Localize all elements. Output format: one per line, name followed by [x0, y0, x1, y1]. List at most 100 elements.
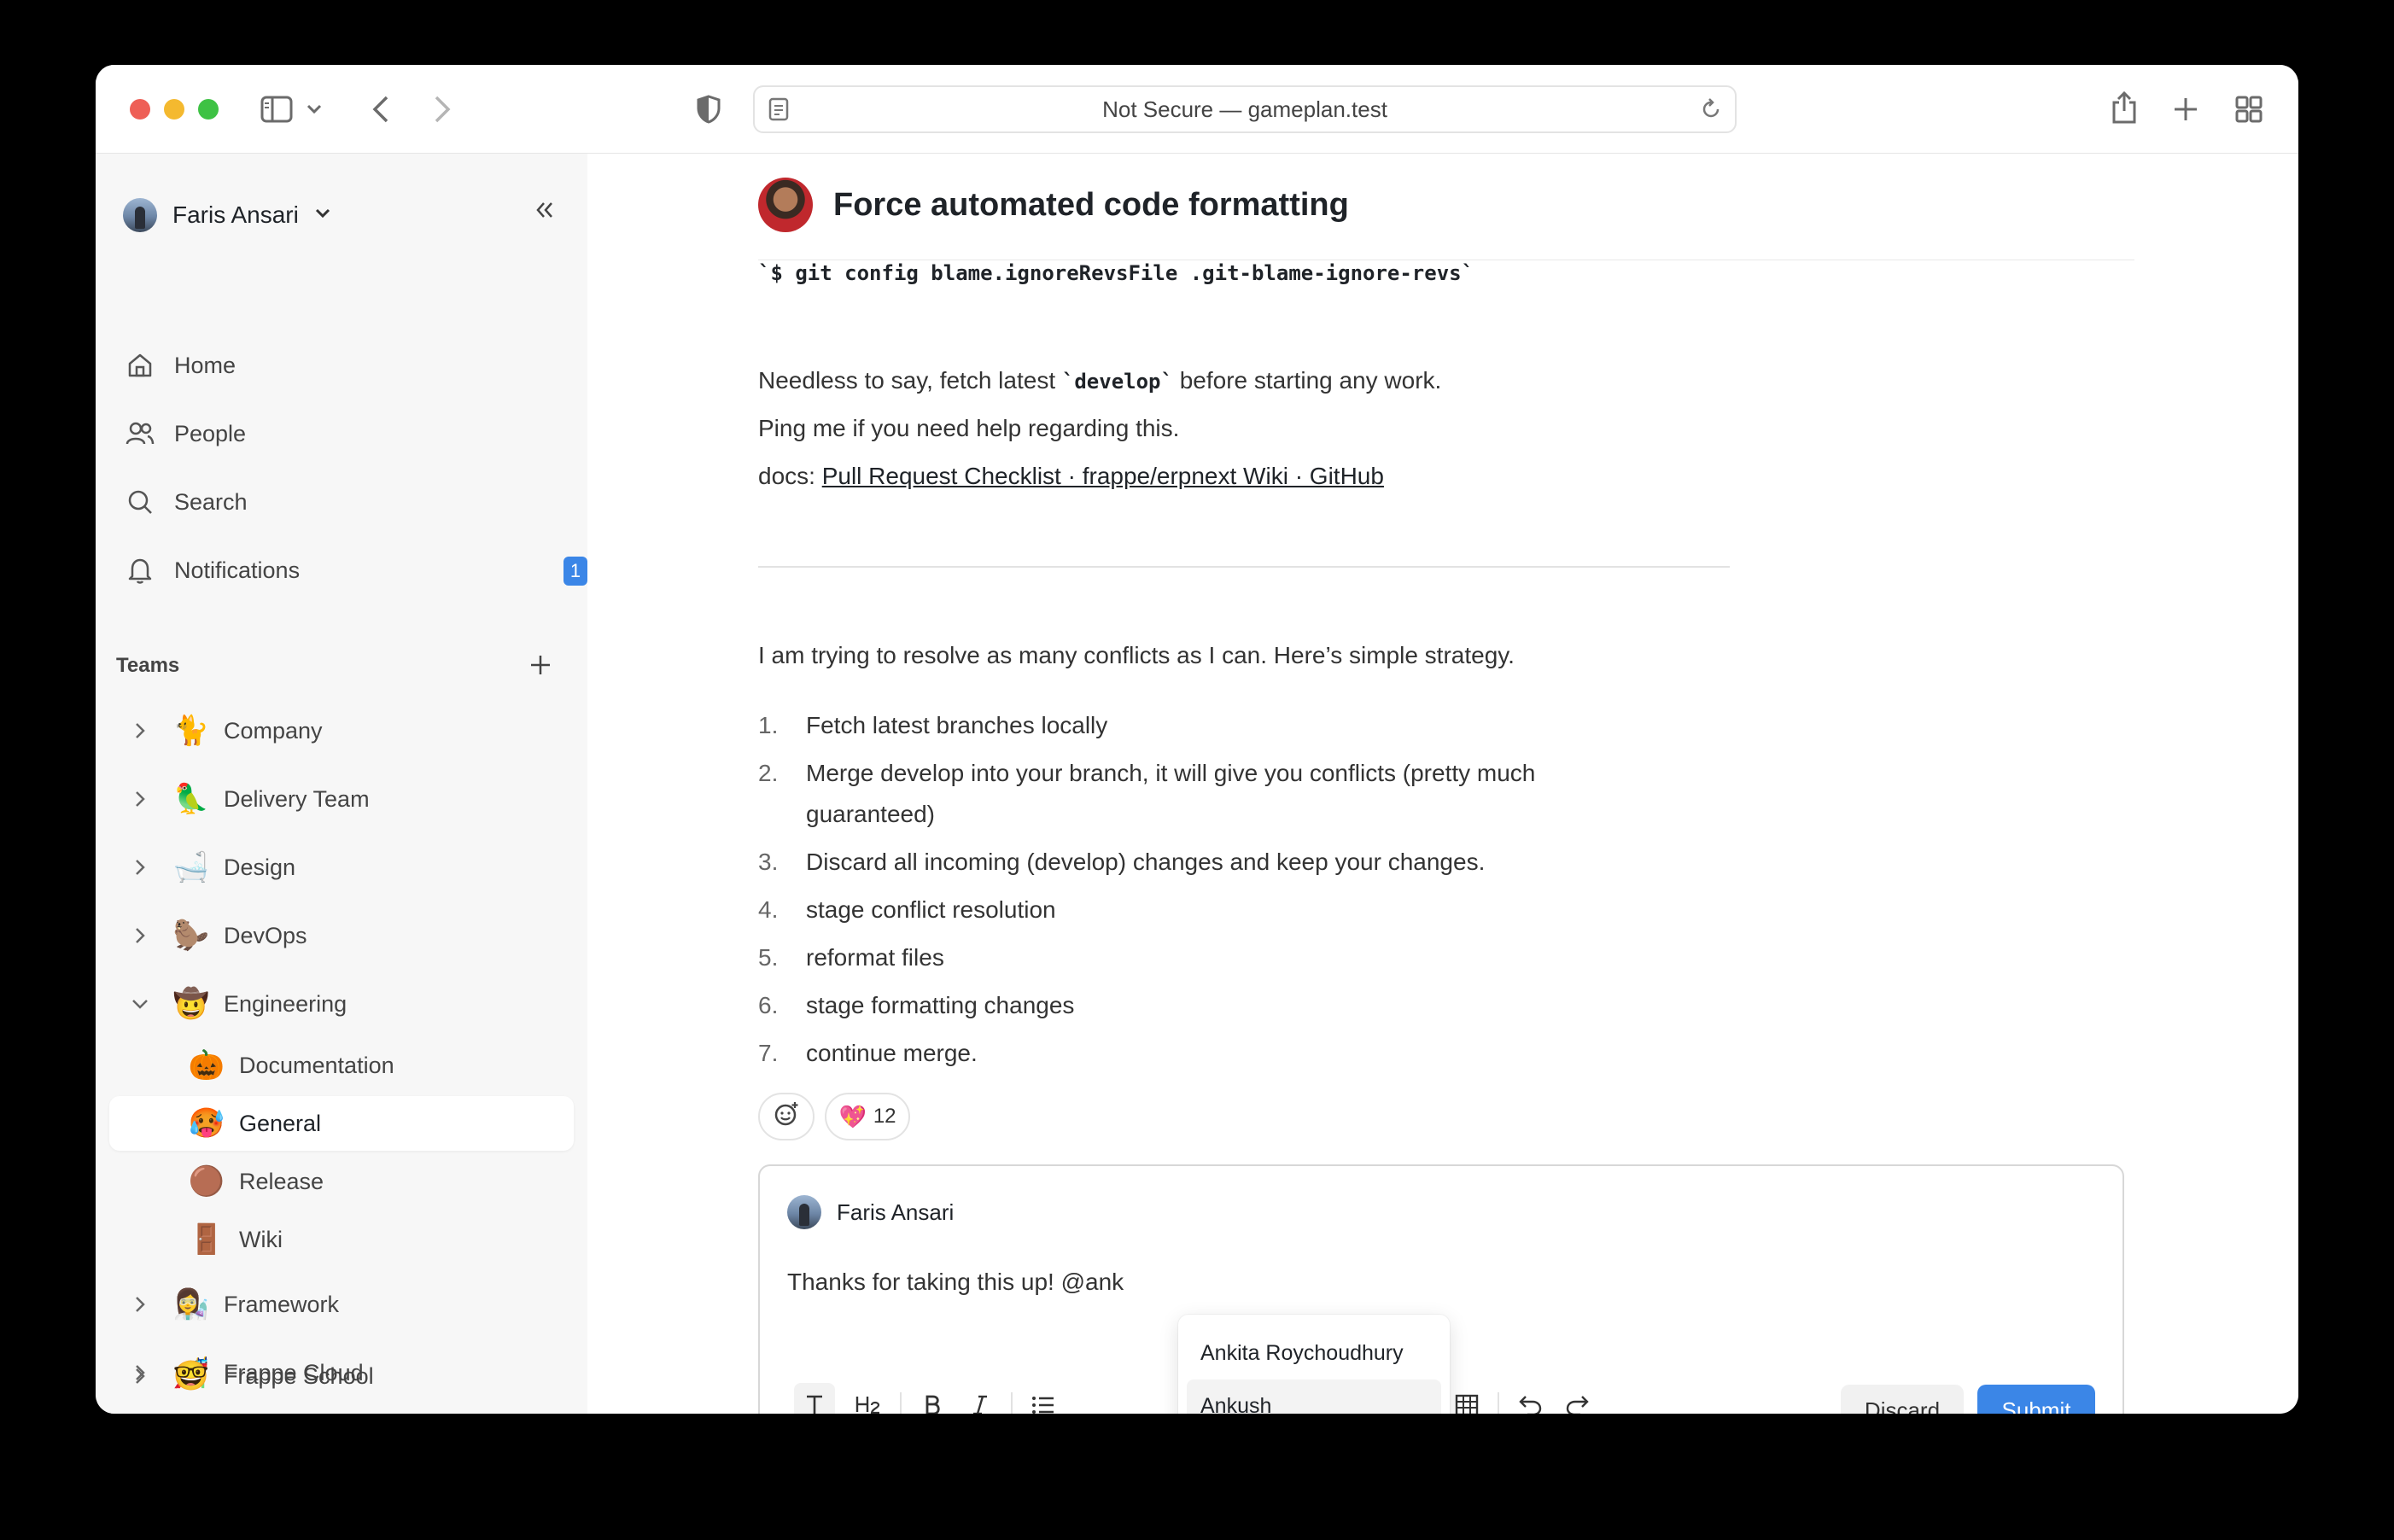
team-item-expanded[interactable]: 🤠 Engineering	[123, 977, 584, 1031]
add-reaction-button[interactable]	[758, 1093, 815, 1140]
submit-button[interactable]: Submit	[1977, 1385, 2095, 1414]
subteam-emoji: 🎃	[188, 1049, 225, 1082]
table-icon[interactable]	[1446, 1383, 1487, 1414]
list-number: 5.	[758, 944, 779, 971]
bullet-list-icon[interactable]	[1023, 1383, 1064, 1414]
discard-button[interactable]: Discard	[1841, 1385, 1964, 1414]
sidebar-item-label: People	[174, 420, 247, 446]
sidebar-item-home[interactable]: Home	[123, 340, 584, 391]
paragraph-icon[interactable]	[794, 1383, 835, 1414]
post-paragraph: I am trying to resolve as many conflicts…	[758, 642, 1515, 668]
text: docs:	[758, 463, 822, 489]
list-text: Merge develop into your branch, it will …	[806, 760, 1536, 827]
subteam-item[interactable]: 🎃 Documentation	[188, 1040, 581, 1091]
team-item[interactable]: 🦜 Delivery Team	[123, 772, 584, 826]
list-item: 2. Merge develop into your branch, it wil…	[758, 753, 1697, 835]
team-emoji: 🤓	[172, 1360, 210, 1392]
list-number: 2.	[758, 760, 779, 786]
collapse-sidebar-icon[interactable]	[534, 200, 555, 225]
composer-author: Faris Ansari	[787, 1195, 954, 1229]
team-emoji: 🦫	[172, 919, 210, 952]
redo-icon[interactable]	[1557, 1383, 1598, 1414]
subteam-label: Wiki	[239, 1226, 283, 1252]
chevron-right-icon[interactable]	[123, 1359, 157, 1393]
subteam-emoji: 🚪	[188, 1223, 225, 1256]
subteam-item[interactable]: 🟤 Release	[188, 1156, 581, 1207]
user-menu[interactable]: Faris Ansari	[123, 191, 331, 239]
section-divider	[758, 566, 1730, 568]
team-item[interactable]: 👩‍🔬 Framework	[123, 1277, 584, 1332]
avatar	[123, 198, 157, 232]
close-window-button[interactable]	[130, 99, 150, 120]
url-text: Not Secure — gameplan.test	[1102, 96, 1387, 122]
subteam-item-active[interactable]: 🥵 General	[109, 1096, 574, 1151]
chevron-right-icon[interactable]	[123, 714, 157, 748]
team-item[interactable]: 🤓 Frappe School	[123, 1352, 584, 1400]
back-icon[interactable]	[365, 90, 396, 128]
inline-code: `develop`	[1061, 370, 1173, 394]
chevron-right-icon[interactable]	[123, 850, 157, 884]
team-label: Design	[224, 854, 296, 880]
team-item[interactable]: 🛁 Design	[123, 840, 584, 895]
chevron-down-icon[interactable]	[123, 987, 157, 1021]
mention-option[interactable]: Ankita Roychoudhury	[1187, 1327, 1441, 1380]
italic-icon[interactable]	[960, 1383, 1001, 1414]
chevron-right-icon[interactable]	[123, 782, 157, 816]
team-emoji: 👩‍🔬	[172, 1288, 210, 1321]
team-label: DevOps	[224, 922, 307, 948]
subteam-label: Documentation	[239, 1052, 394, 1078]
browser-window: Not Secure — gameplan.test Faris Ansari	[96, 65, 2298, 1414]
sidebar-item-search[interactable]: Search	[123, 476, 584, 528]
main-content: Force automated code formatting `$ git c…	[587, 154, 2298, 1414]
chevron-down-icon[interactable]	[304, 99, 324, 120]
post-title: Force automated code formatting	[833, 186, 1349, 223]
subteam-item[interactable]: 🚪 Wiki	[188, 1214, 581, 1265]
list-text: Fetch latest branches locally	[806, 712, 1108, 738]
chevron-right-icon[interactable]	[123, 1287, 157, 1321]
subteam-emoji: 🥵	[188, 1107, 225, 1140]
list-number: 4.	[758, 896, 779, 923]
shield-icon[interactable]	[693, 92, 724, 126]
list-item: 5. reformat files	[758, 937, 1697, 978]
team-item[interactable]: 🦫 DevOps	[123, 908, 584, 963]
subteam-label: Release	[239, 1168, 324, 1194]
sidebar-item-notifications[interactable]: Notifications 1	[123, 545, 587, 596]
team-item[interactable]: 🐈 Company	[123, 703, 584, 758]
composer-user-name: Faris Ansari	[837, 1199, 955, 1225]
share-icon[interactable]	[2107, 87, 2141, 128]
author-avatar[interactable]	[758, 178, 813, 232]
comment-input[interactable]: Thanks for taking this up! @ank	[787, 1269, 1124, 1296]
team-label: Engineering	[224, 990, 347, 1017]
team-emoji: 🤠	[172, 988, 210, 1020]
list-number: 3.	[758, 849, 779, 875]
reload-icon[interactable]	[1699, 97, 1723, 127]
mention-option-highlighted[interactable]: Ankush	[1187, 1380, 1441, 1414]
add-team-icon[interactable]	[528, 652, 553, 682]
mention-suggestions: Ankita Roychoudhury Ankush	[1178, 1315, 1450, 1414]
avatar	[787, 1195, 821, 1229]
forward-icon[interactable]	[427, 90, 458, 128]
list-item: 7. continue merge.	[758, 1033, 1697, 1074]
sidebar-item-label: Search	[174, 488, 248, 515]
minimize-window-button[interactable]	[164, 99, 184, 120]
bold-icon[interactable]	[912, 1383, 953, 1414]
sidebar-item-label: Notifications	[174, 557, 301, 583]
sidebar-item-people[interactable]: People	[123, 408, 584, 459]
user-name: Faris Ansari	[172, 201, 299, 228]
list-number: 1.	[758, 712, 779, 738]
docs-link[interactable]: Pull Request Checklist · frappe/erpnext …	[822, 463, 1384, 489]
undo-icon[interactable]	[1509, 1383, 1550, 1414]
chevron-right-icon[interactable]	[123, 919, 157, 953]
address-bar[interactable]: Not Secure — gameplan.test	[753, 85, 1737, 133]
reaction-heart-button[interactable]: 💖 12	[825, 1093, 910, 1140]
heading-icon[interactable]	[849, 1383, 890, 1414]
tab-overview-icon[interactable]	[2233, 94, 2264, 125]
post-paragraph: docs: Pull Request Checklist · frappe/er…	[758, 463, 1384, 490]
sidebar: Faris Ansari Home People Search Notifica…	[96, 154, 587, 1414]
new-tab-icon[interactable]	[2170, 94, 2201, 125]
maximize-window-button[interactable]	[198, 99, 219, 120]
text: Needless to say, fetch latest	[758, 367, 1062, 394]
sidebar-toggle-icon[interactable]	[258, 92, 295, 126]
team-label: Framework	[224, 1291, 340, 1317]
teams-heading: Teams	[116, 654, 180, 677]
